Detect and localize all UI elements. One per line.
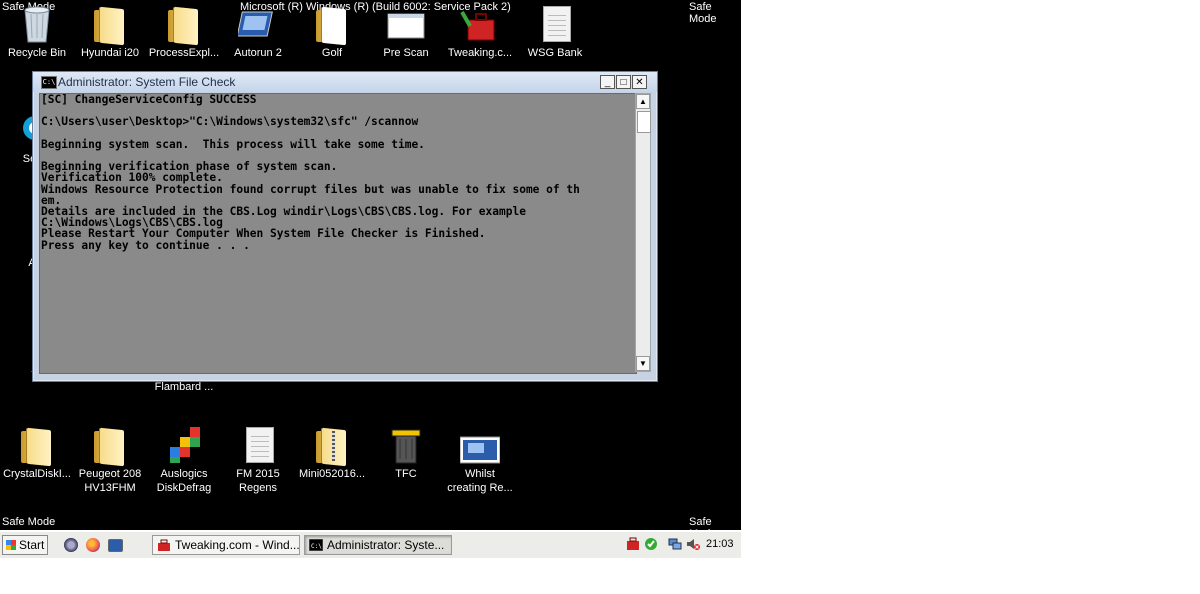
desktop-icon-peugeot[interactable]: Peugeot 208 HV13FHM bbox=[73, 425, 147, 495]
trash-can-icon bbox=[386, 425, 426, 465]
close-button[interactable]: ✕ bbox=[632, 75, 647, 89]
window-icon bbox=[386, 4, 426, 44]
windows-logo-icon bbox=[6, 540, 16, 550]
start-label: Start bbox=[19, 538, 45, 552]
folder-icon bbox=[164, 4, 204, 46]
document-icon bbox=[238, 425, 278, 465]
desktop-icon-pre-scan[interactable]: Pre Scan bbox=[369, 4, 443, 60]
window-titlebar[interactable]: C:\ Administrator: System File Check _ □… bbox=[33, 72, 657, 92]
desktop-icon-label: Pre Scan bbox=[383, 47, 429, 59]
console-line: Please Restart Your Computer When System… bbox=[41, 227, 486, 241]
desktop-icon-autorun[interactable]: Autorun 2 bbox=[221, 4, 295, 60]
autorun-icon bbox=[236, 4, 278, 44]
desktop-icon-whilst[interactable]: Whilst creating Re... bbox=[443, 425, 517, 495]
folder-icon bbox=[90, 425, 130, 467]
svg-text:C:\: C:\ bbox=[311, 543, 322, 550]
window-title: Administrator: System File Check bbox=[58, 75, 236, 89]
desktop-icon-label: FM 2015 Regens bbox=[236, 468, 280, 494]
switch-windows-icon[interactable] bbox=[108, 539, 123, 552]
volume-muted-icon[interactable] bbox=[686, 537, 700, 551]
toolbox-icon bbox=[158, 539, 170, 551]
safe-mode-label: Safe Mode bbox=[2, 516, 56, 528]
desktop-icon-hyundai[interactable]: Hyundai i20 bbox=[73, 4, 147, 60]
desktop-icon-label: Tweaking.c... bbox=[447, 47, 513, 59]
folder-icon bbox=[0, 320, 65, 362]
console-icon: C:\ bbox=[309, 539, 323, 551]
taskbar-item-tweaking[interactable]: Tweaking.com - Wind... bbox=[152, 535, 300, 555]
desktop-icon-flambard[interactable]: Flambard ... bbox=[147, 380, 221, 394]
auslogics-icon bbox=[164, 425, 204, 465]
scroll-thumb[interactable] bbox=[637, 111, 651, 133]
folder-icon bbox=[90, 4, 130, 46]
scroll-up-arrow-icon[interactable]: ▲ bbox=[636, 94, 650, 109]
toolbox-icon bbox=[460, 4, 500, 44]
desktop: Safe Mode Safe Mode Safe Mode Safe Mode … bbox=[0, 0, 741, 530]
network-tray-icon[interactable] bbox=[668, 537, 682, 551]
scroll-down-arrow-icon[interactable]: ▼ bbox=[636, 356, 650, 371]
taskbar: Start Tweaking.com - Wind... C:\ Adminis… bbox=[0, 531, 741, 558]
firefox-icon[interactable] bbox=[86, 538, 100, 552]
safe-mode-label: Safe Mode bbox=[689, 516, 717, 530]
console-line: Press any key to continue . . . bbox=[41, 238, 250, 252]
desktop-icon-wsg-bank[interactable]: WSG Bank bbox=[518, 4, 592, 60]
show-desktop-icon[interactable] bbox=[64, 538, 78, 552]
console-line: [SC] ChangeServiceConfig SUCCESS bbox=[41, 93, 257, 106]
desktop-icon-label: Autorun 2 bbox=[234, 47, 282, 59]
zip-folder-icon bbox=[312, 425, 352, 467]
vertical-scrollbar[interactable]: ▲ ▼ bbox=[635, 93, 651, 372]
desktop-icon-fm2015[interactable]: FM 2015 Regens bbox=[221, 425, 295, 495]
minimize-button[interactable]: _ bbox=[600, 75, 615, 89]
folder-icon bbox=[0, 214, 65, 256]
desktop-icon-label: CrystalDiskI... bbox=[3, 468, 71, 480]
desktop-icon-recycle-bin[interactable]: Recycle Bin bbox=[0, 4, 74, 60]
console-output[interactable]: [SC] ChangeServiceConfig SUCCESS C:\Users… bbox=[39, 93, 637, 374]
desktop-icon-label: Mini052016... bbox=[298, 468, 366, 480]
desktop-icon-golf[interactable]: Golf bbox=[295, 4, 369, 60]
screenshot-icon bbox=[459, 425, 501, 465]
desktop-icon-label: ProcessExpl... bbox=[148, 47, 220, 59]
document-icon bbox=[535, 4, 575, 44]
console-text: [SC] ChangeServiceConfig SUCCESS C:\Users… bbox=[40, 94, 636, 251]
desktop-icon-label: WSG Bank bbox=[527, 47, 583, 59]
console-line: Verification 100% complete. bbox=[41, 171, 223, 185]
console-line: Windows Resource Protection found corrup… bbox=[41, 182, 580, 196]
taskbar-item-console[interactable]: C:\ Administrator: Syste... bbox=[304, 535, 452, 555]
start-button[interactable]: Start bbox=[2, 535, 48, 555]
desktop-icon-mini[interactable]: Mini052016... bbox=[295, 425, 369, 481]
desktop-icon-label: Whilst creating Re... bbox=[447, 468, 513, 494]
console-line: C:\Users\user\Desktop>"C:\Windows\system… bbox=[41, 115, 419, 129]
desktop-icon-label: Golf bbox=[321, 47, 343, 59]
recycle-bin-icon bbox=[17, 4, 57, 44]
desktop-icon-tweaking[interactable]: Tweaking.c... bbox=[443, 4, 517, 60]
taskbar-item-label: Tweaking.com - Wind... bbox=[175, 538, 300, 552]
desktop-icon-label: Hyundai i20 bbox=[80, 47, 140, 59]
console-line: Beginning system scan. This process will… bbox=[41, 137, 425, 151]
desktop-icon-processexplorer[interactable]: ProcessExpl... bbox=[147, 4, 221, 60]
desktop-icon-label: Flambard ... bbox=[154, 381, 214, 393]
desktop-icon-label: TFC bbox=[395, 468, 417, 480]
clock[interactable]: 21:03 bbox=[706, 538, 734, 550]
console-window[interactable]: C:\ Administrator: System File Check _ □… bbox=[32, 71, 658, 382]
taskbar-item-label: Administrator: Syste... bbox=[327, 538, 445, 552]
security-tray-icon[interactable] bbox=[644, 537, 658, 551]
desktop-icon-label: Recycle Bin bbox=[7, 47, 67, 59]
folder-icon bbox=[17, 425, 57, 467]
tweaking-tray-icon[interactable] bbox=[626, 537, 640, 551]
desktop-icon-tfc[interactable]: TFC bbox=[369, 425, 443, 481]
maximize-button[interactable]: □ bbox=[616, 75, 631, 89]
desktop-icon-crystaldisk[interactable]: CrystalDiskI... bbox=[0, 425, 74, 481]
folder-icon bbox=[312, 4, 352, 46]
safe-mode-label: Safe Mode bbox=[689, 1, 717, 25]
desktop-icon-auslogics[interactable]: Auslogics DiskDefrag bbox=[147, 425, 221, 495]
console-icon: C:\ bbox=[41, 76, 57, 89]
desktop-icon-label: Auslogics DiskDefrag bbox=[156, 468, 212, 494]
desktop-icon-label: Peugeot 208 HV13FHM bbox=[78, 468, 142, 494]
